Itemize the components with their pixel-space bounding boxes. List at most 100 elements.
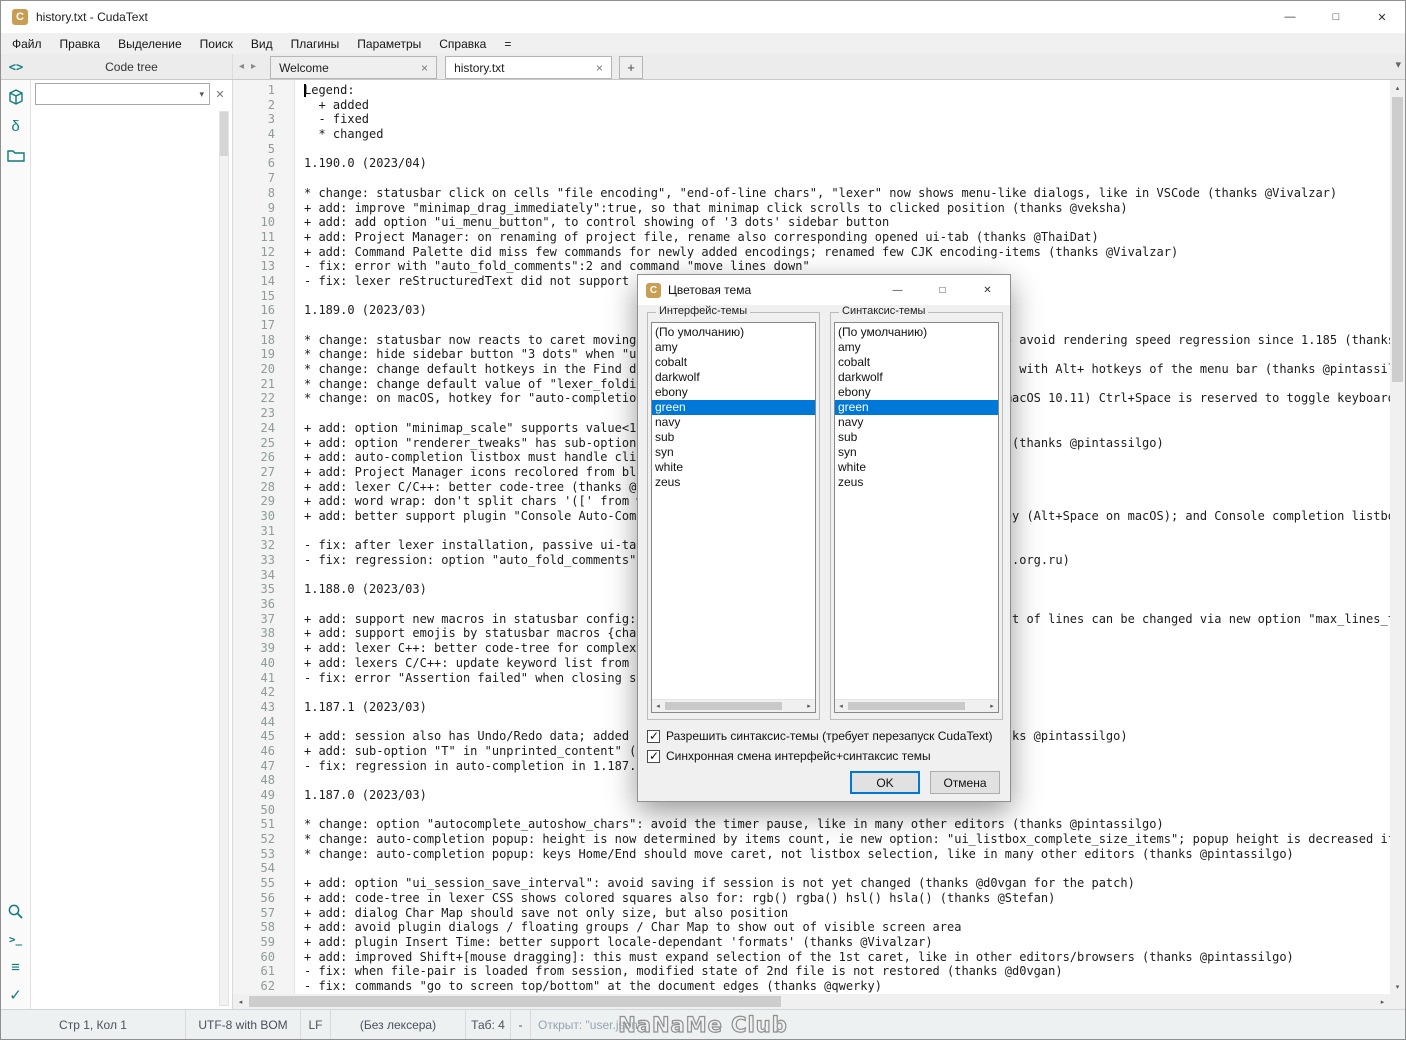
maximize-button[interactable]: □ bbox=[1313, 1, 1359, 33]
theme-item[interactable]: cobalt bbox=[835, 355, 998, 370]
menu-item[interactable]: Плагины bbox=[282, 35, 349, 53]
statusbar-wrap-cell[interactable]: - bbox=[511, 1010, 531, 1039]
theme-item[interactable]: syn bbox=[652, 445, 815, 460]
dialog-maximize-button[interactable]: □ bbox=[920, 275, 965, 305]
scroll-right-icon[interactable]: ▸ bbox=[803, 700, 815, 712]
syntax-themes-listbox[interactable]: (По умолчанию) amy cobalt darkwolf ebony gree… bbox=[834, 322, 999, 713]
minimize-button[interactable]: — bbox=[1267, 1, 1313, 33]
theme-item[interactable]: amy bbox=[652, 340, 815, 355]
statusbar-caret-cell[interactable]: Стр 1, Кол 1 bbox=[1, 1010, 186, 1039]
tab-close-icon[interactable]: × bbox=[415, 61, 428, 75]
theme-item[interactable]: ebony bbox=[835, 385, 998, 400]
theme-item[interactable]: navy bbox=[835, 415, 998, 430]
scroll-left-icon[interactable]: ◂ bbox=[835, 700, 847, 712]
listbox-hscrollbar[interactable]: ◂ ▸ bbox=[652, 699, 815, 712]
scrollbar-thumb[interactable] bbox=[220, 112, 228, 156]
scroll-left-icon[interactable]: ◂ bbox=[233, 994, 248, 1009]
scroll-right-icon[interactable]: ▸ bbox=[986, 700, 998, 712]
menu-item[interactable]: Поиск bbox=[191, 35, 242, 53]
line-number: 33 bbox=[260, 553, 275, 567]
interface-themes-listbox[interactable]: (По умолчанию) amy cobalt darkwolf ebony gree… bbox=[651, 322, 816, 713]
theme-item[interactable]: cobalt bbox=[652, 355, 815, 370]
theme-item[interactable]: darkwolf bbox=[835, 370, 998, 385]
dialog-checkbox-row[interactable]: Синхронная смена интерфейс+синтаксис тем… bbox=[647, 746, 992, 766]
code-tree-combo[interactable]: ▾ bbox=[35, 83, 210, 105]
theme-item[interactable]: ebony bbox=[652, 385, 815, 400]
editor-hscrollbar[interactable]: ◂ ▸ bbox=[233, 994, 1390, 1009]
theme-item[interactable]: darkwolf bbox=[652, 370, 815, 385]
line-number: 15 bbox=[260, 288, 275, 303]
package-icon[interactable] bbox=[6, 87, 26, 107]
delta-icon[interactable]: δ bbox=[6, 116, 26, 136]
search-icon[interactable] bbox=[6, 901, 26, 921]
sidebar-toggle-icon[interactable]: <> bbox=[1, 54, 31, 79]
dialog-checkbox-row[interactable]: Разрешить синтаксис-темы (требует переза… bbox=[647, 726, 992, 746]
checkbox-icon[interactable] bbox=[647, 749, 660, 763]
dialog-close-button[interactable]: ✕ bbox=[965, 275, 1010, 305]
menu-item[interactable]: Параметры bbox=[348, 35, 430, 53]
theme-item[interactable]: amy bbox=[835, 340, 998, 355]
listbox-items: (По умолчанию) amy cobalt darkwolf ebony gree… bbox=[652, 325, 815, 698]
theme-item[interactable]: green bbox=[652, 400, 815, 415]
line-number: 29 bbox=[260, 494, 275, 509]
statusbar-lexer-cell[interactable]: (Без лексера) bbox=[331, 1010, 466, 1039]
theme-item[interactable]: (По умолчанию) bbox=[835, 325, 998, 340]
theme-item[interactable]: zeus bbox=[835, 475, 998, 490]
dialog-minimize-button[interactable]: — bbox=[875, 275, 920, 305]
tab-list-icon[interactable]: ▾ bbox=[1395, 58, 1401, 71]
output-icon[interactable]: ≡ bbox=[6, 957, 26, 977]
code-tree-panel: ▾ ✕ bbox=[31, 80, 233, 1009]
theme-item[interactable]: white bbox=[652, 460, 815, 475]
ok-button[interactable]: OK bbox=[850, 771, 920, 794]
panel-close-icon[interactable]: ✕ bbox=[210, 84, 230, 104]
new-tab-button[interactable]: + bbox=[619, 56, 644, 79]
menu-item[interactable]: Правка bbox=[51, 35, 110, 53]
line-text bbox=[295, 289, 304, 304]
scroll-left-icon[interactable]: ◂ bbox=[652, 700, 664, 712]
line-text: * change: option "autocomplete_autoshow_… bbox=[304, 817, 1164, 832]
console-icon[interactable]: >_ bbox=[6, 929, 26, 949]
theme-item[interactable]: navy bbox=[652, 415, 815, 430]
editor-line: 9 + add: improve "minimap_drag_immediate… bbox=[233, 201, 1390, 216]
menu-item[interactable]: Выделение bbox=[109, 35, 191, 53]
scrollbar-thumb[interactable] bbox=[1392, 97, 1403, 382]
tab-welcome[interactable]: Welcome × bbox=[270, 56, 438, 79]
tab-close-icon[interactable]: × bbox=[590, 61, 603, 75]
menu-item[interactable]: Вид bbox=[242, 35, 282, 53]
statusbar-tabsize-cell[interactable]: Таб: 4 bbox=[466, 1010, 511, 1039]
tab-history-txt[interactable]: history.txt × bbox=[445, 56, 613, 79]
scroll-up-icon[interactable]: ▴ bbox=[1390, 80, 1405, 95]
menu-item[interactable]: Справка bbox=[430, 35, 495, 53]
line-text: + add: Command Palette did miss few comm… bbox=[304, 244, 1179, 259]
editor-line: 56 + add: code-tree in lexer CSS shows c… bbox=[233, 891, 1390, 906]
scrollbar-thumb[interactable] bbox=[665, 702, 783, 710]
scrollbar-thumb[interactable] bbox=[249, 996, 782, 1007]
cancel-button[interactable]: Отмена bbox=[930, 771, 1000, 794]
checkbox-icon[interactable] bbox=[647, 729, 660, 743]
code-tree-scrollbar[interactable] bbox=[219, 111, 229, 1006]
theme-item[interactable]: (По умолчанию) bbox=[652, 325, 815, 340]
theme-item[interactable]: green bbox=[835, 400, 998, 415]
theme-item[interactable]: zeus bbox=[652, 475, 815, 490]
scroll-right-icon[interactable]: ▸ bbox=[1375, 994, 1390, 1009]
listbox-hscrollbar[interactable]: ◂ ▸ bbox=[835, 699, 998, 712]
line-number: 46 bbox=[260, 743, 275, 758]
scrollbar-thumb[interactable] bbox=[848, 702, 966, 710]
statusbar-encoding-cell[interactable]: UTF-8 with BOM bbox=[186, 1010, 301, 1039]
close-button[interactable]: ✕ bbox=[1359, 1, 1405, 33]
theme-item[interactable]: white bbox=[835, 460, 998, 475]
theme-item[interactable]: sub bbox=[835, 430, 998, 445]
menu-item[interactable]: Файл bbox=[3, 35, 51, 53]
tab-scroll-left-icon[interactable]: ◂ bbox=[239, 61, 244, 72]
editor-vscrollbar[interactable]: ▴ ▾ bbox=[1390, 80, 1405, 994]
menu-item[interactable]: = bbox=[495, 35, 520, 53]
line-text bbox=[295, 597, 304, 612]
tab-scroll-right-icon[interactable]: ▸ bbox=[251, 61, 256, 72]
statusbar-eol-cell[interactable]: LF bbox=[301, 1010, 331, 1039]
validate-icon[interactable]: ✓ bbox=[6, 985, 26, 1005]
theme-item[interactable]: syn bbox=[835, 445, 998, 460]
line-number: 23 bbox=[260, 406, 275, 421]
theme-item[interactable]: sub bbox=[652, 430, 815, 445]
scroll-down-icon[interactable]: ▾ bbox=[1390, 979, 1405, 994]
folder-icon[interactable] bbox=[6, 145, 26, 165]
